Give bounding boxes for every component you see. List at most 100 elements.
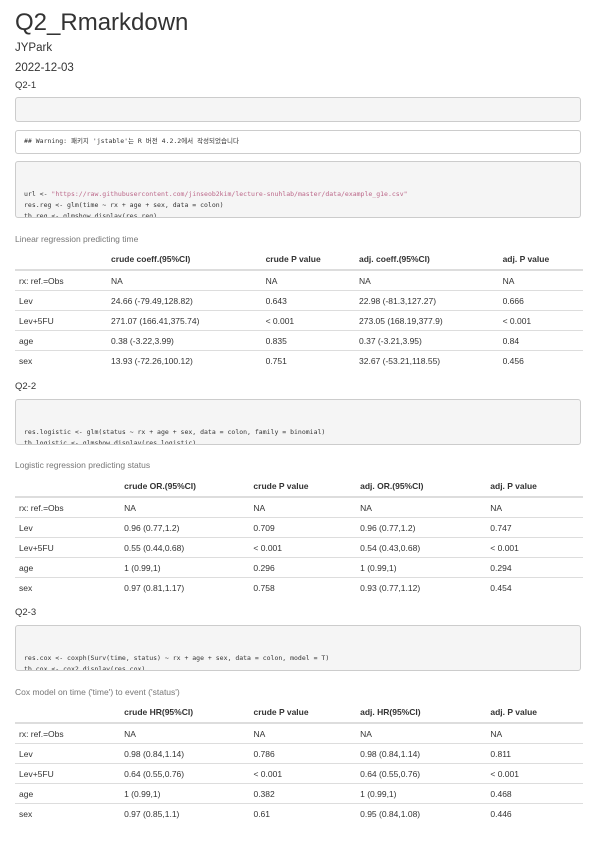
table-cell: Lev bbox=[15, 517, 121, 538]
table-cell: 24.66 (-79.49,128.82) bbox=[107, 290, 262, 311]
table-cell: 0.666 bbox=[498, 290, 583, 311]
table-cell: 0.811 bbox=[486, 743, 583, 764]
table-cell: age bbox=[15, 557, 121, 578]
table-cell: Lev bbox=[15, 743, 121, 764]
table-cell: sex bbox=[15, 577, 121, 597]
table-cell: 0.786 bbox=[249, 743, 357, 764]
table-cell: 22.98 (-81.3,127.27) bbox=[355, 290, 499, 311]
table-cell: < 0.001 bbox=[249, 537, 357, 558]
table-cell: rx: ref.=Obs bbox=[19, 728, 64, 739]
table-row: Lev 0.96 (0.77,1.2) 0.709 0.96 (0.77,1.2) 0.… bbox=[15, 517, 583, 538]
table-row: rx: ref.=Obs NA NA NA NA bbox=[15, 270, 583, 291]
code-block-linear: url <- "https://raw.githubusercontent.co… bbox=[15, 161, 581, 218]
table-cell: age bbox=[15, 783, 121, 804]
column-header: adj. P value bbox=[486, 476, 583, 498]
table-cell: 0.64 (0.55,0.76) bbox=[356, 763, 487, 784]
table-cell: NA bbox=[265, 275, 278, 286]
page-title: Q2_Rmarkdown bbox=[15, 9, 189, 36]
table-header-row: crude HR(95%CI) crude P value adj. HR(95%C… bbox=[15, 702, 583, 724]
table-cell: NA bbox=[502, 275, 515, 286]
table-cell: 0.95 (0.84,1.08) bbox=[356, 803, 487, 823]
table-cell: 0.96 (0.77,1.2) bbox=[120, 517, 250, 538]
table-cell: 0.758 bbox=[249, 577, 357, 597]
table-cell: age bbox=[15, 330, 108, 351]
column-header: crude P value bbox=[261, 249, 356, 271]
table-cell: 0.55 (0.44,0.68) bbox=[120, 537, 250, 558]
table-cell: NA bbox=[111, 275, 123, 286]
table-row: Lev 0.98 (0.84,1.14) 0.786 0.98 (0.84,1.14)… bbox=[15, 743, 583, 764]
column-header bbox=[15, 249, 108, 271]
table-cell: NA bbox=[124, 502, 136, 513]
table-cell: 0.446 bbox=[486, 803, 583, 823]
column-header: crude P value bbox=[249, 476, 357, 498]
table-caption-linear: Linear regression predicting time bbox=[15, 234, 139, 244]
table-cell: sex bbox=[15, 350, 108, 370]
table-cell: 0.643 bbox=[261, 290, 356, 311]
table-cell: NA bbox=[490, 728, 503, 739]
table-cell: NA bbox=[360, 502, 372, 513]
table-cell: 0.54 (0.43,0.68) bbox=[356, 537, 487, 558]
table-cell: 0.747 bbox=[486, 517, 583, 538]
table-row: Lev 24.66 (-79.49,128.82) 0.643 22.98 (-81.… bbox=[15, 290, 583, 311]
table-header-row: crude OR.(95%CI) crude P value adj. OR.(95… bbox=[15, 476, 583, 498]
table-cell: < 0.001 bbox=[249, 763, 357, 784]
table-cell: rx: ref.=Obs bbox=[19, 275, 64, 286]
table-cell: 0.296 bbox=[249, 557, 357, 578]
table-row: Lev+5FU 0.64 (0.55,0.76) < 0.001 0.64 (0.55… bbox=[15, 763, 583, 784]
table-cell: 32.67 (-53.21,118.55) bbox=[355, 350, 499, 370]
table-cell: Lev+5FU bbox=[15, 537, 121, 558]
column-header: adj. coeff.(95%CI) bbox=[355, 249, 499, 271]
table-cell: NA bbox=[490, 502, 503, 513]
table-cell: Lev+5FU bbox=[15, 310, 108, 331]
author: JYPark bbox=[15, 42, 53, 54]
table-cox: crude HR(95%CI) crude P value adj. HR(95%C… bbox=[15, 702, 583, 823]
table-cell: < 0.001 bbox=[486, 537, 583, 558]
table-row: sex 0.97 (0.81,1.17) 0.758 0.93 (0.77,1.12)… bbox=[15, 577, 583, 597]
code-lines: res.logistic <- glm(status ~ rx + age + … bbox=[24, 428, 326, 445]
table-cell: NA bbox=[360, 728, 372, 739]
table-cell: 273.05 (168.19,377.9) bbox=[355, 310, 499, 331]
table-cell: 0.98 (0.84,1.14) bbox=[356, 743, 487, 764]
code-lines: url <- "https://raw.githubusercontent.co… bbox=[24, 190, 408, 218]
column-header: crude OR.(95%CI) bbox=[120, 476, 250, 498]
table-cell: Lev bbox=[15, 290, 108, 311]
table-cell: NA bbox=[253, 728, 266, 739]
table-row: sex 0.97 (0.85,1.1) 0.61 0.95 (0.84,1.08) 0.… bbox=[15, 803, 583, 823]
table-cell: < 0.001 bbox=[486, 763, 583, 784]
table-row: age 0.38 (-3.22,3.99) 0.835 0.37 (-3.21,3.9… bbox=[15, 330, 583, 351]
column-header: crude coeff.(95%CI) bbox=[107, 249, 262, 271]
table-cell: 0.294 bbox=[486, 557, 583, 578]
table-cell: < 0.001 bbox=[261, 310, 356, 331]
output-warning: ## Warning: 패키지 'jstable'는 R 버전 4.2.2에서 … bbox=[15, 130, 581, 154]
table-cell: 1 (0.99,1) bbox=[120, 557, 250, 578]
table-row: sex 13.93 (-72.26,100.12) 0.751 32.67 (-53.… bbox=[15, 350, 583, 370]
table-cell: sex bbox=[15, 803, 121, 823]
table-cell: 0.97 (0.81,1.17) bbox=[120, 577, 250, 597]
table-cell: 0.84 bbox=[498, 330, 583, 351]
column-header: crude HR(95%CI) bbox=[120, 702, 250, 724]
table-cell: 0.38 (-3.22,3.99) bbox=[107, 330, 262, 351]
table-cell: 1 (0.99,1) bbox=[356, 783, 487, 804]
column-header: crude P value bbox=[249, 702, 357, 724]
code-block-logistic: res.logistic <- glm(status ~ rx + age + … bbox=[15, 399, 581, 445]
table-cell: NA bbox=[253, 502, 266, 513]
table-row: Lev+5FU 271.07 (166.41,375.74) < 0.001 273.… bbox=[15, 310, 583, 331]
section-heading-q2-1: Q2-1 bbox=[15, 80, 37, 91]
code-block-libraries: library(tableone);library(data.table);li… bbox=[15, 97, 581, 122]
table-cell: 1 (0.99,1) bbox=[120, 783, 250, 804]
table-cell: 0.835 bbox=[261, 330, 356, 351]
column-header: adj. P value bbox=[486, 702, 583, 724]
table-cell: 0.64 (0.55,0.76) bbox=[120, 763, 250, 784]
table-cell: NA bbox=[124, 728, 136, 739]
table-cell: 0.751 bbox=[261, 350, 356, 370]
table-caption-logistic: Logistic regression predicting status bbox=[15, 460, 151, 470]
table-cell: 0.37 (-3.21,3.95) bbox=[355, 330, 499, 351]
table-cell: 13.93 (-72.26,100.12) bbox=[107, 350, 262, 370]
table-cell: 0.98 (0.84,1.14) bbox=[120, 743, 250, 764]
table-cell: 0.468 bbox=[486, 783, 583, 804]
table-cell: 0.93 (0.77,1.12) bbox=[356, 577, 487, 597]
table-cell: 1 (0.99,1) bbox=[356, 557, 487, 578]
table-row: age 1 (0.99,1) 0.382 1 (0.99,1) 0.468 bbox=[15, 783, 583, 804]
date: 2022-12-03 bbox=[15, 62, 74, 74]
table-row: rx: ref.=Obs NA NA NA NA bbox=[15, 497, 583, 518]
